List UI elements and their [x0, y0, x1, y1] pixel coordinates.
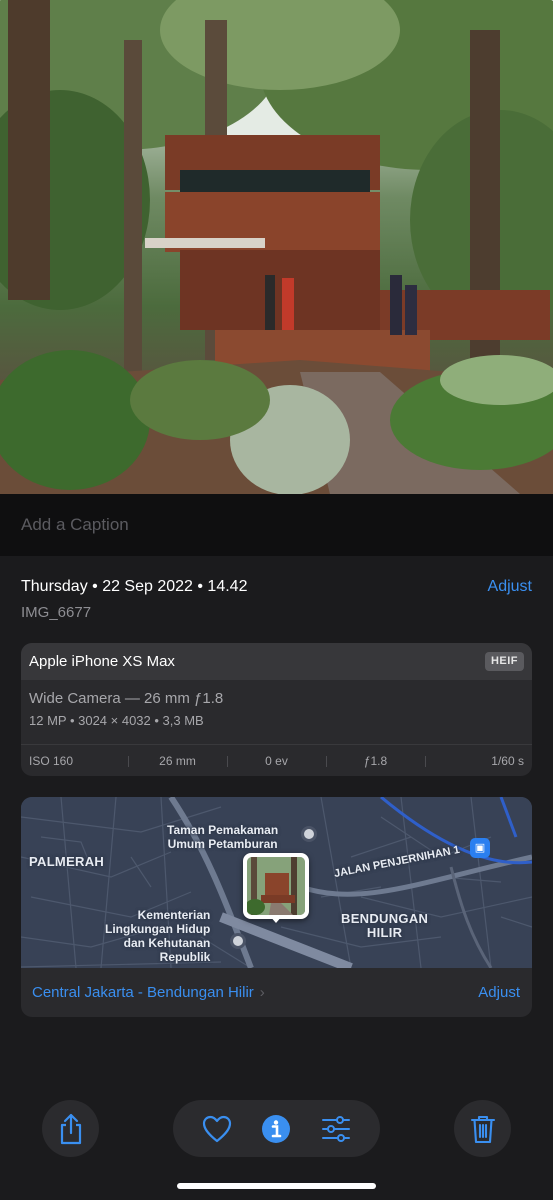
pin-pointer [269, 915, 283, 923]
location-name-link[interactable]: Central Jakarta - Bendungan Hilir › [32, 984, 265, 1001]
photo-image [0, 0, 553, 494]
camera-info-card: Apple iPhone XS Max HEIF Wide Camera — 2… [21, 643, 532, 776]
lens-info: Wide Camera — 26 mm ƒ1.8 [29, 690, 224, 707]
exif-shutter-speed: 1/60 s [425, 754, 532, 768]
device-name: Apple iPhone XS Max [29, 653, 175, 670]
adjust-location-button[interactable]: Adjust [478, 984, 520, 1001]
photo-actions-group [173, 1100, 380, 1157]
home-indicator[interactable] [177, 1183, 376, 1189]
location-map[interactable]: PALMERAH Taman Pemakaman Umum Petamburan… [21, 797, 532, 968]
exif-focal-length: 26 mm [128, 754, 227, 768]
filename-label: IMG_6677 [21, 604, 92, 621]
cemetery-poi-icon [301, 826, 317, 842]
map-label-bendungan-hilir: BENDUNGAN HILIR [341, 911, 429, 940]
map-label-kementerian: Kementerian Lingkungan Hidup dan Kehutan… [105, 908, 211, 964]
image-specs: 12 MP • 3024 × 4032 • 3,3 MB [29, 713, 204, 728]
location-card: PALMERAH Taman Pemakaman Umum Petamburan… [21, 797, 532, 1017]
transit-station-icon: ▣ [470, 838, 490, 858]
caption-input[interactable]: Add a Caption [21, 515, 129, 535]
location-name: Central Jakarta - Bendungan Hilir [32, 984, 254, 1001]
heart-icon [202, 1115, 231, 1142]
date-time-label: Thursday • 22 Sep 2022 • 14.42 [21, 578, 248, 595]
government-poi-icon [230, 933, 246, 949]
exif-row: ISO 160 26 mm 0 ev ƒ1.8 1/60 s [21, 744, 532, 776]
caption-area[interactable]: Add a Caption [0, 494, 553, 556]
trash-icon [470, 1115, 495, 1143]
exif-exposure-value: 0 ev [227, 754, 326, 768]
pin-thumbnail [247, 857, 305, 915]
format-badge: HEIF [484, 652, 524, 671]
info-button[interactable] [260, 1113, 292, 1145]
bottom-toolbar [0, 1100, 553, 1157]
exif-aperture: ƒ1.8 [326, 754, 425, 768]
info-icon [262, 1114, 291, 1143]
photo-location-pin[interactable] [243, 853, 309, 919]
camera-info-header: Apple iPhone XS Max HEIF [21, 643, 532, 680]
share-icon [60, 1113, 81, 1144]
adjust-date-button[interactable]: Adjust [488, 578, 532, 596]
map-label-palmerah: PALMERAH [29, 854, 105, 869]
favorite-button[interactable] [201, 1113, 233, 1145]
map-label-taman: Taman Pemakaman Umum Petamburan [167, 823, 279, 851]
exif-iso: ISO 160 [29, 753, 74, 768]
chevron-right-icon: › [259, 984, 265, 1001]
sliders-icon [322, 1115, 351, 1142]
share-button[interactable] [42, 1100, 99, 1157]
photo-view[interactable] [0, 0, 553, 494]
edit-button[interactable] [320, 1113, 352, 1145]
delete-button[interactable] [454, 1100, 511, 1157]
